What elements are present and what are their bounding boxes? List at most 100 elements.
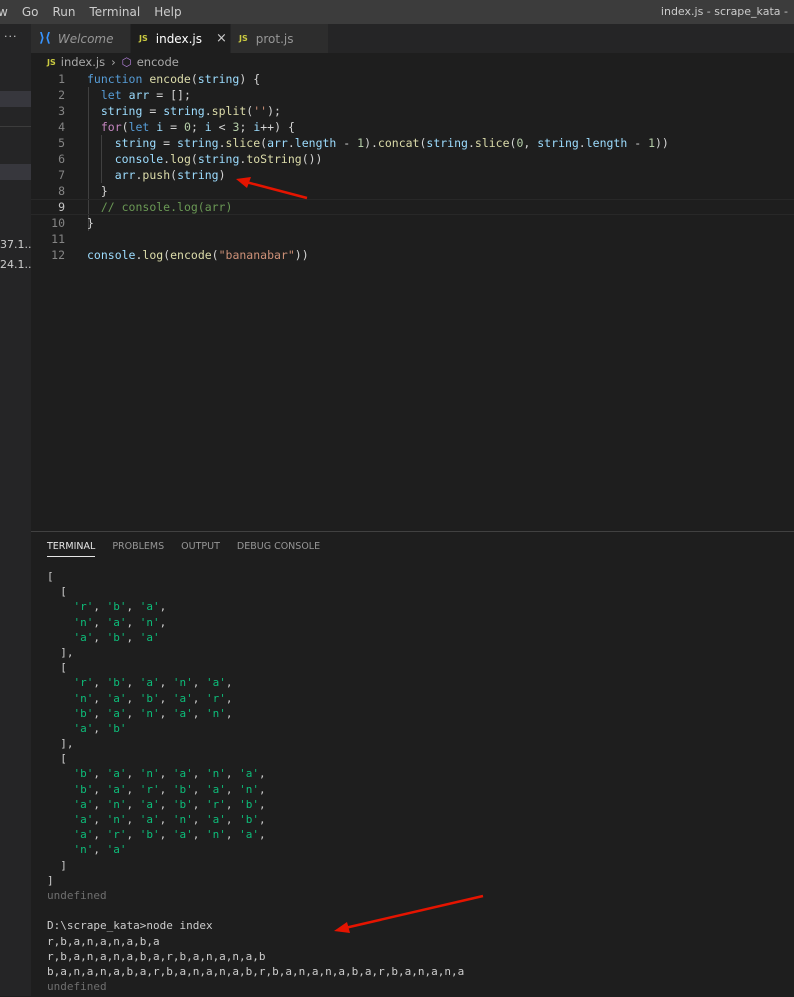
terminal-line: 'b', 'a', 'n', 'a', 'n', (73, 706, 233, 720)
code-text: string = string.split(''); (100, 104, 281, 118)
code-line[interactable]: 1 function encode(string) { (31, 71, 794, 87)
line-number: 6 (58, 152, 65, 166)
terminal-line: 'n', 'a', 'b', 'a', 'r', (73, 691, 233, 705)
js-icon: JS (139, 34, 148, 43)
tab-label: index.js (155, 31, 202, 46)
terminal-line: ], (47, 645, 74, 659)
line-number: 3 (58, 104, 65, 118)
line-number: 9 (58, 200, 65, 214)
line-number: 12 (51, 248, 65, 262)
close-icon[interactable]: × (216, 31, 227, 46)
code-line[interactable]: 12 console.log(encode("bananabar")) (31, 247, 794, 263)
terminal-line: undefined (47, 980, 107, 994)
window-title: index.js - scrape_kata - (660, 5, 788, 18)
menu-go[interactable]: Go (15, 0, 46, 24)
terminal-line: [ (47, 570, 54, 583)
terminal-line: 'n', 'a', 'n', (73, 615, 167, 629)
code-line[interactable]: 8 } (31, 183, 794, 199)
menu-view[interactable]: w (0, 0, 15, 24)
menu-help[interactable]: Help (147, 0, 188, 24)
chevron-right-icon: › (111, 55, 116, 69)
code-text: } (87, 184, 108, 198)
terminal-line: 'r', 'b', 'a', 'n', 'a', (73, 676, 233, 690)
line-number: 2 (58, 88, 65, 102)
breadcrumb-symbol[interactable]: encode (137, 55, 179, 69)
code-text: console.log(string.toString()) (114, 152, 323, 166)
tab-welcome[interactable]: ⟩⟨ Welcome (31, 24, 131, 53)
terminal-line: r,b,a,n,a,n,a,b,a,r,b,a,n,a,n,a,b (47, 949, 266, 963)
line-number: 8 (58, 184, 65, 198)
explorer-sidebar: ··· 37.1... 24.1... (0, 24, 31, 996)
terminal-line: 'n', 'a' (73, 843, 127, 857)
code-text: function encode(string) { (87, 72, 261, 86)
vscode-icon: ⟩⟨ (39, 31, 51, 46)
breadcrumb-file[interactable]: index.js (61, 55, 105, 69)
terminal-line: 'a', 'n', 'a', 'b', 'r', 'b', (73, 797, 266, 811)
terminal-line: 'b', 'a', 'n', 'a', 'n', 'a', (73, 767, 266, 781)
code-line[interactable]: 4 for(let i = 0; i < 3; i++) { (31, 119, 794, 135)
terminal-line: r,b,a,n,a,n,a,b,a (47, 934, 160, 948)
more-actions-icon[interactable]: ··· (4, 30, 18, 43)
code-text: string = string.slice(arr.length - 1).co… (114, 136, 669, 150)
panel-tabs: TERMINAL PROBLEMS OUTPUT DEBUG CONSOLE (47, 541, 337, 557)
terminal-line: 'b', 'a', 'r', 'b', 'a', 'n', (73, 782, 266, 796)
terminal-line: [ (47, 752, 67, 766)
sidebar-divider (0, 126, 31, 127)
tab-problems[interactable]: PROBLEMS (112, 541, 164, 557)
bottom-panel: TERMINAL PROBLEMS OUTPUT DEBUG CONSOLE [… (31, 531, 794, 997)
sidebar-item-label[interactable]: 37.1... (0, 238, 31, 251)
menu-run[interactable]: Run (45, 0, 82, 24)
terminal-line: 'a', 'n', 'a', 'n', 'a', 'b', (73, 813, 266, 826)
sidebar-item-label[interactable]: 24.1... (0, 258, 31, 271)
tab-prot-js[interactable]: JS prot.js (231, 24, 329, 53)
code-line[interactable]: 5 string = string.slice(arr.length - 1).… (31, 135, 794, 151)
line-number: 11 (51, 232, 65, 246)
line-number: 1 (58, 72, 65, 86)
terminal-line: undefined (47, 888, 107, 902)
terminal-line: D:\scrape_kata>node index (47, 919, 213, 933)
tab-output[interactable]: OUTPUT (181, 541, 220, 557)
code-editor[interactable]: 1 function encode(string) {2 let arr = []… (31, 71, 794, 531)
line-number: 5 (58, 136, 65, 150)
tab-debug-console[interactable]: DEBUG CONSOLE (237, 541, 320, 557)
code-line[interactable]: 2 let arr = []; (31, 87, 794, 103)
editor-tabs: ⟩⟨ Welcome JS index.js × JS prot.js (31, 24, 794, 53)
tab-terminal[interactable]: TERMINAL (47, 541, 96, 557)
js-icon: JS (47, 57, 56, 67)
terminal-output[interactable]: [ [ 'r', 'b', 'a', 'n', 'a', 'n', 'a', '… (47, 569, 464, 994)
tab-index-js[interactable]: JS index.js × (131, 24, 231, 53)
line-number: 10 (51, 216, 65, 230)
code-text: let arr = []; (100, 88, 191, 102)
tab-label: Welcome (57, 31, 114, 46)
code-line[interactable]: 11 (31, 231, 794, 247)
method-icon: ⬡ (121, 55, 132, 69)
terminal-line: ], (47, 737, 74, 751)
code-line[interactable]: 9 // console.log(arr) (31, 199, 794, 215)
code-line[interactable]: 7 arr.push(string) (31, 167, 794, 183)
code-text: arr.push(string) (114, 168, 226, 182)
line-number: 4 (58, 120, 65, 134)
code-line[interactable]: 6 console.log(string.toString()) (31, 151, 794, 167)
line-number: 7 (58, 168, 65, 182)
menu-terminal[interactable]: Terminal (82, 0, 147, 24)
breadcrumb: JS index.js › ⬡ encode (31, 53, 794, 71)
terminal-line: [ (47, 585, 67, 599)
terminal-line: ] (47, 873, 54, 887)
terminal-line: b,a,n,a,n,a,b,a,r,b,a,n,a,n,a,b,r,b,a,n,… (47, 964, 465, 978)
code-text: for(let i = 0; i < 3; i++) { (100, 120, 295, 134)
code-text: } (87, 216, 94, 230)
explorer-selected-item[interactable] (0, 91, 31, 107)
code-line[interactable]: 10} (31, 215, 794, 231)
code-text: console.log(encode("bananabar")) (87, 248, 309, 262)
explorer-item[interactable] (0, 164, 31, 180)
terminal-line: 'a', 'b', 'a' (73, 630, 160, 644)
terminal-line: 'a', 'b' (73, 721, 127, 735)
code-line[interactable]: 3 string = string.split(''); (31, 103, 794, 119)
tab-label: prot.js (255, 31, 294, 46)
menu-bar: w Go Run Terminal Help index.js - scrape… (0, 0, 794, 24)
code-text: // console.log(arr) (100, 200, 233, 214)
terminal-line: [ (47, 661, 67, 675)
terminal-line: ] (47, 858, 67, 872)
js-icon: JS (239, 34, 248, 43)
